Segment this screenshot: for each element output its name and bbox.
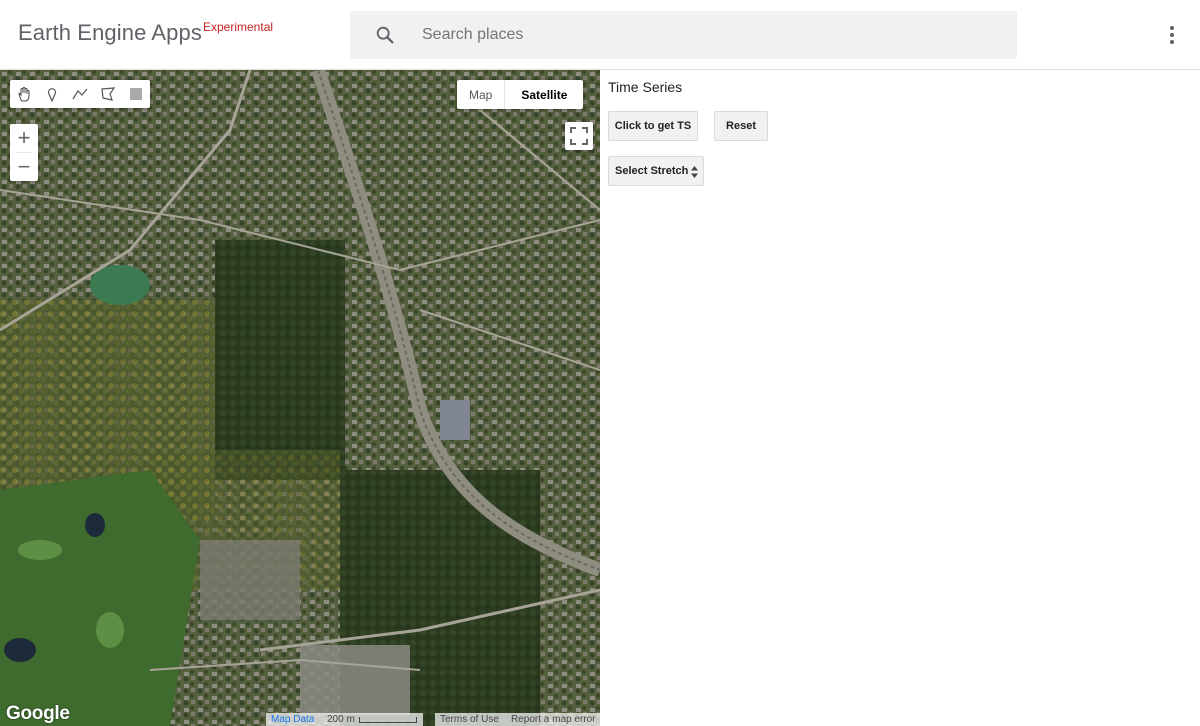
fullscreen-icon <box>570 127 588 145</box>
polygon-icon[interactable] <box>94 80 122 108</box>
satellite-map[interactable]: Map Satellite + − Google Map Data 200 m … <box>0 70 600 726</box>
scale-bar[interactable]: 200 m <box>321 713 423 726</box>
report-map-error-link[interactable]: Report a map error <box>505 713 600 726</box>
satellite-imagery[interactable] <box>0 70 600 726</box>
map-type-control: Map Satellite <box>457 80 584 109</box>
time-series-panel: Time Series Click to get TS Reset Select… <box>600 70 1200 726</box>
search-input[interactable] <box>422 11 1002 59</box>
search-box[interactable] <box>350 11 1017 59</box>
drawing-tools <box>10 80 150 108</box>
zoom-control: + − <box>10 124 38 181</box>
app-title[interactable]: Earth Engine Apps <box>18 20 202 46</box>
select-stretch-dropdown[interactable]: Select Stretch <box>608 156 704 186</box>
terms-of-use-link[interactable]: Terms of Use <box>435 713 505 726</box>
experimental-badge: Experimental <box>203 20 274 34</box>
scale-label: 200 m <box>327 714 355 725</box>
app-header: Earth Engine Apps Experimental <box>0 0 1200 70</box>
point-marker-icon[interactable] <box>38 80 66 108</box>
line-icon[interactable] <box>66 80 94 108</box>
scale-bar-graphic <box>358 716 417 723</box>
google-logo[interactable]: Google <box>6 703 70 725</box>
rectangle-icon[interactable] <box>122 80 150 108</box>
panel-title: Time Series <box>608 79 683 95</box>
pan-hand-icon[interactable] <box>10 80 38 108</box>
select-arrows-icon <box>691 166 698 178</box>
get-ts-button[interactable]: Click to get TS <box>608 111 698 141</box>
map-type-map-button[interactable]: Map <box>457 80 504 109</box>
fullscreen-button[interactable] <box>565 122 593 150</box>
map-data-link[interactable]: Map Data <box>266 713 321 726</box>
reset-button[interactable]: Reset <box>714 111 768 141</box>
zoom-in-button[interactable]: + <box>10 124 38 152</box>
map-type-satellite-button[interactable]: Satellite <box>504 80 583 109</box>
zoom-out-button[interactable]: − <box>10 153 38 181</box>
select-stretch-label: Select Stretch <box>615 165 689 177</box>
more-vert-icon[interactable] <box>1160 23 1184 47</box>
search-icon[interactable] <box>374 24 396 46</box>
